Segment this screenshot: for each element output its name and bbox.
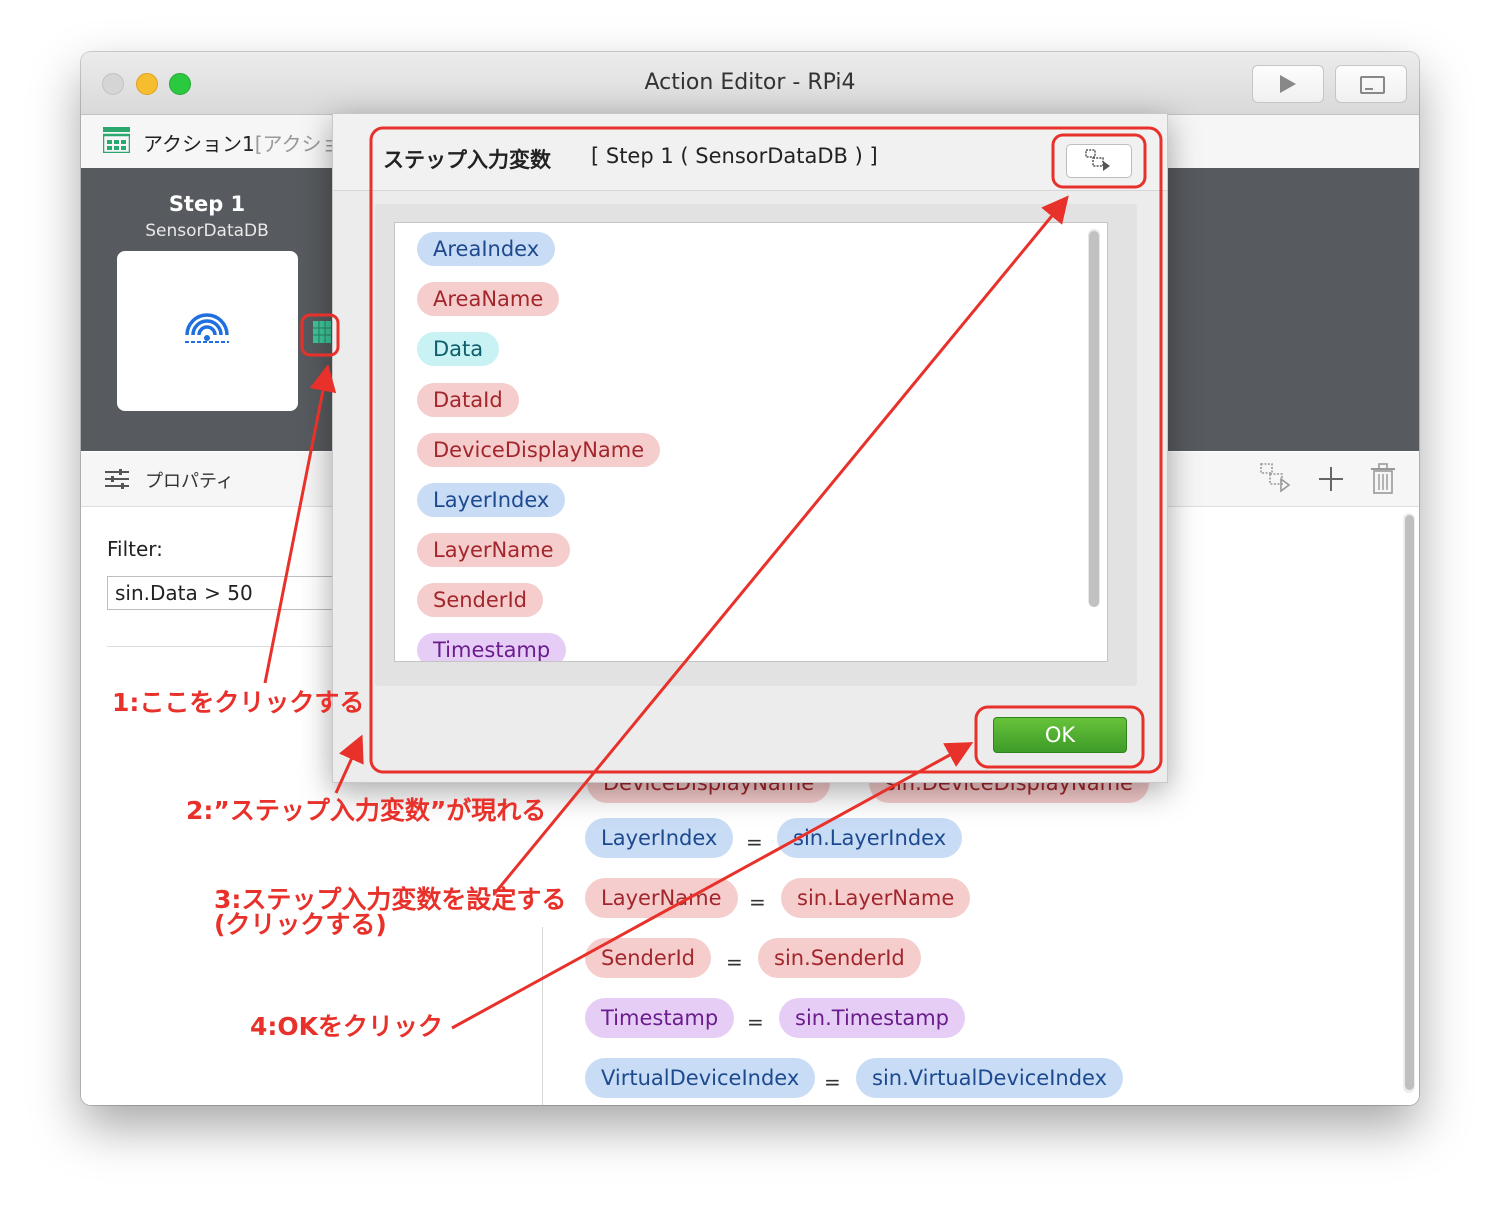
- dialog-step-label: [ Step 1 ( SensorDataDB ) ]: [591, 144, 878, 168]
- step-input-variables-dialog: ステップ入力変数 [ Step 1 ( SensorDataDB ) ] Are…: [332, 113, 1168, 783]
- plus-icon[interactable]: [1317, 461, 1345, 495]
- mapping-left[interactable]: VirtualDeviceIndex: [585, 1058, 816, 1098]
- copy-variables-button[interactable]: [1066, 144, 1132, 178]
- list-scrollbar-thumb[interactable]: [1089, 231, 1099, 607]
- variable-chip[interactable]: AreaName: [417, 282, 560, 316]
- annotation-step-3-note: (クリックする): [214, 910, 387, 939]
- mapping-left[interactable]: LayerIndex: [585, 818, 734, 858]
- annotation-step-4: 4:OKをクリック: [250, 1012, 444, 1041]
- variable-chip[interactable]: Timestamp: [417, 633, 567, 661]
- step-title: Step 1: [168, 192, 246, 216]
- mapping-right[interactable]: sin.VirtualDeviceIndex: [856, 1058, 1124, 1098]
- mapping-left[interactable]: LayerName: [585, 878, 738, 918]
- dialog-title: ステップ入力変数: [383, 148, 551, 172]
- mapping-operator: =: [746, 830, 763, 854]
- variable-chip[interactable]: DeviceDisplayName: [417, 433, 661, 467]
- annotation-step-2: 2:”ステップ入力変数”が現れる: [186, 796, 547, 825]
- variable-chip[interactable]: DataId: [417, 383, 519, 417]
- mapping-left[interactable]: SenderId: [585, 938, 711, 978]
- action-name: アクション1: [143, 132, 255, 156]
- action-subtitle: [アクショ: [254, 132, 342, 156]
- mapping-right[interactable]: sin.SenderId: [758, 938, 921, 978]
- trash-icon[interactable]: [1371, 461, 1395, 495]
- variable-chip[interactable]: Data: [417, 332, 500, 366]
- copy-variables-icon[interactable]: [1259, 461, 1293, 495]
- action-icon: [103, 127, 130, 153]
- mapping-operator: =: [747, 1010, 764, 1034]
- mapping-left[interactable]: Timestamp: [585, 998, 735, 1038]
- scrollbar-thumb[interactable]: [1405, 515, 1414, 1090]
- step-subtitle: SensorDataDB: [145, 221, 269, 241]
- table-icon[interactable]: [313, 321, 331, 343]
- mapping-right[interactable]: sin.LayerName: [781, 878, 971, 918]
- variable-chip[interactable]: LayerIndex: [417, 483, 566, 517]
- window-title: Action Editor - RPi4: [644, 70, 856, 95]
- variables-list: AreaIndex AreaName Data DataId DeviceDis…: [394, 222, 1108, 662]
- wifi-sensor-icon: [185, 313, 229, 343]
- mapping-operator: =: [824, 1070, 841, 1094]
- properties-label: プロパティ: [145, 471, 234, 492]
- mapping-right[interactable]: sin.LayerIndex: [777, 818, 963, 858]
- dialog-header: ステップ入力変数 [ Step 1 ( SensorDataDB ) ]: [333, 114, 1167, 191]
- divider: [107, 646, 337, 647]
- play-icon: [1280, 75, 1296, 93]
- console-button[interactable]: [1335, 65, 1407, 103]
- filter-label: Filter:: [107, 537, 163, 561]
- annotation-step-1: 1:ここをクリックする: [112, 688, 365, 717]
- variable-chip[interactable]: SenderId: [417, 583, 543, 617]
- mapping-operator: =: [749, 890, 766, 914]
- console-icon: [1360, 76, 1385, 94]
- run-button[interactable]: [1252, 65, 1324, 103]
- action-title: アクション1[アクショ: [143, 128, 342, 157]
- copy-variables-icon: [1085, 149, 1110, 171]
- variable-chip[interactable]: LayerName: [417, 533, 570, 567]
- sliders-icon: [105, 469, 129, 489]
- mapping-operator: =: [726, 950, 743, 974]
- ok-button[interactable]: OK: [993, 717, 1127, 753]
- variable-chip[interactable]: AreaIndex: [417, 232, 556, 266]
- mapping-right[interactable]: sin.Timestamp: [779, 998, 965, 1038]
- step-card[interactable]: [117, 251, 298, 411]
- title-bar: Action Editor - RPi4: [81, 52, 1419, 115]
- column-divider: [542, 927, 543, 1105]
